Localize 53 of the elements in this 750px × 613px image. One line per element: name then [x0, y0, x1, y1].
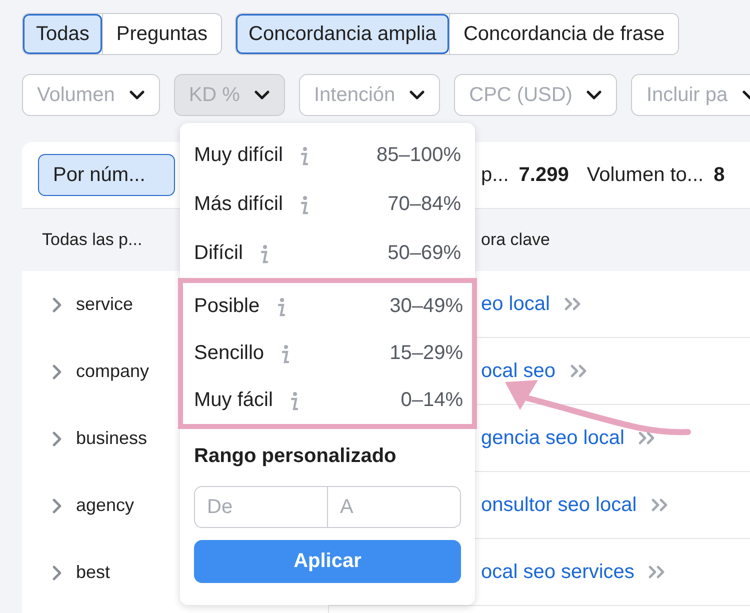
menu-item[interactable]: Muy fácil 0–14% [183, 377, 472, 424]
info-icon [288, 390, 299, 410]
group-label: company [76, 361, 150, 382]
range-text: 50–69% [388, 242, 461, 265]
menu-item[interactable]: Más difícil 70–84% [180, 180, 475, 229]
info-icon [298, 194, 309, 214]
option-label: Muy fácil [194, 389, 273, 412]
to-field[interactable]: A [328, 486, 461, 528]
menu-item[interactable]: Muy difícil 85–100% [180, 131, 475, 180]
stat-value: 7.299 [518, 164, 569, 186]
group-label: agency [76, 495, 134, 516]
range-text: 85–100% [376, 144, 461, 167]
from-field[interactable]: De [194, 486, 328, 528]
column-header: Todas las p... [42, 230, 142, 250]
stat-value: 8 [714, 164, 725, 186]
tab[interactable]: Concordancia de frase [449, 14, 678, 54]
chevron-right-icon [52, 564, 62, 580]
menu-item[interactable]: Posible 30–49% [183, 283, 472, 330]
option-label: Posible [194, 295, 260, 318]
stat-label: Volumen to... [586, 164, 704, 186]
chevron-right-icon [52, 430, 62, 446]
range-text: 0–14% [400, 389, 463, 412]
tab[interactable]: Todas [23, 14, 102, 54]
section-title: Rango personalizado [194, 445, 398, 468]
option-label: Más difícil [194, 193, 283, 216]
tab[interactable]: Concordancia amplia [236, 14, 450, 54]
range-text: 30–49% [390, 295, 463, 318]
menu-item[interactable]: Sencillo 15–29% [183, 330, 472, 377]
tab[interactable]: Preguntas [102, 14, 221, 54]
info-icon [298, 146, 309, 166]
group-label: business [76, 428, 148, 449]
info-icon [258, 244, 269, 264]
column-header: ora clave [481, 230, 550, 250]
info-icon [276, 296, 286, 316]
keyword-link[interactable]: eo local [481, 292, 550, 316]
keyword-link[interactable]: ocal seo services [481, 560, 634, 584]
chevron-right-icon [52, 296, 62, 312]
info-icon [280, 344, 290, 364]
range-text: 15–29% [390, 342, 463, 365]
chevron-right-icon [52, 498, 62, 514]
group-label: service [76, 294, 134, 315]
chevron-right-icon [52, 364, 62, 380]
keyword-link[interactable]: onsultor seo local [481, 494, 637, 516]
option-label: Difícil [194, 242, 243, 265]
stat-label: p... [481, 164, 509, 186]
group-button[interactable]: Por núm... [38, 154, 175, 196]
keyword-link[interactable]: ocal seo [481, 360, 556, 382]
group-label: best [76, 562, 110, 583]
keyword-link[interactable]: gencia seo local [481, 426, 624, 450]
option-label: Muy difícil [194, 144, 283, 167]
menu-item[interactable]: Difícil 50–69% [180, 229, 475, 278]
range-text: 70–84% [388, 193, 461, 216]
option-label: Sencillo [194, 342, 264, 365]
